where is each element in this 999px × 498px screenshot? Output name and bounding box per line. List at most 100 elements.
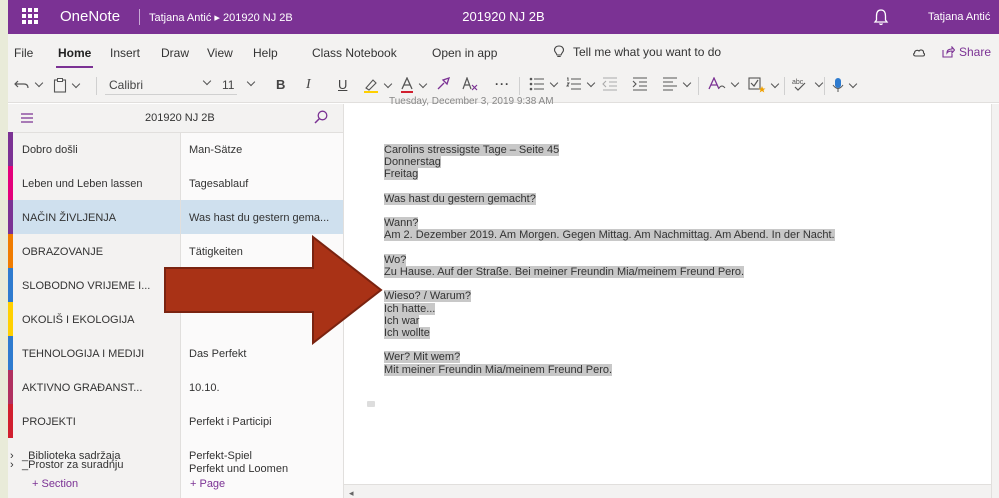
section-label: OBRAZOVANJE — [22, 246, 104, 258]
section-label: AKTIVNO GRAĐANST... — [22, 382, 143, 394]
spelling-button[interactable]: abc — [792, 77, 825, 91]
tab-insert[interactable]: Insert — [110, 46, 140, 60]
decrease-indent-button[interactable] — [602, 77, 618, 91]
tab-open-in-app[interactable]: Open in app — [432, 46, 497, 60]
italic-button[interactable]: I — [306, 77, 311, 93]
styles-icon — [708, 77, 726, 90]
menu-tabs: File Home Insert Draw View Help Class No… — [8, 34, 999, 69]
section-group[interactable]: _Prostor za suradnju — [8, 444, 180, 474]
notebook-name[interactable]: 201920 NJ 2B — [145, 112, 215, 124]
font-color-button[interactable] — [400, 77, 429, 93]
dictate-button[interactable] — [832, 77, 859, 93]
note-text[interactable]: Freitag — [384, 168, 419, 181]
app-launcher-icon[interactable] — [22, 8, 38, 24]
page-item[interactable]: Perfekt und Loomen — [181, 460, 343, 478]
tab-view[interactable]: View — [207, 46, 233, 60]
add-section-button[interactable]: + Section — [32, 478, 78, 490]
section-item[interactable]: PROJEKTI — [8, 404, 180, 438]
tab-file[interactable]: File — [14, 46, 33, 60]
section-item[interactable]: SLOBODNO VRIJEME I... — [8, 268, 180, 302]
section-item[interactable]: AKTIVNO GRAĐANST... — [8, 370, 180, 404]
section-item[interactable]: OKOLIŠ I EKOLOGIJA — [8, 302, 180, 336]
note-blank-line — [384, 242, 835, 254]
note-line: Donnerstag — [384, 156, 835, 169]
note-text[interactable]: Wo? — [384, 253, 407, 266]
divider — [139, 9, 140, 25]
note-text[interactable]: Donnerstag — [384, 156, 441, 169]
add-page-button[interactable]: + Page — [190, 478, 225, 490]
section-item[interactable]: TEHNOLOGIJA I MEDIJI — [8, 336, 180, 370]
hamburger-menu-icon[interactable] — [21, 113, 33, 123]
note-blank-line — [384, 339, 835, 351]
font-size-select[interactable]: 11 — [218, 76, 263, 94]
align-button[interactable] — [662, 77, 693, 91]
note-text[interactable]: Mit meiner Freundin Mia/meinem Freund Pe… — [384, 363, 613, 376]
align-left-icon — [663, 77, 677, 91]
share-button[interactable]: Share — [942, 45, 991, 59]
note-text[interactable]: Am 2. Dezember 2019. Am Morgen. Gegen Mi… — [384, 229, 835, 242]
section-label: PROJEKTI — [22, 416, 76, 428]
section-item[interactable]: Dobro došli — [8, 132, 180, 166]
divider — [784, 77, 785, 95]
user-name[interactable]: Tatjana Antić — [928, 11, 990, 23]
section-item[interactable]: Leben und Leben lassen — [8, 166, 180, 200]
tell-me-label: Tell me what you want to do — [573, 45, 722, 59]
note-text[interactable]: Was hast du gestern gemacht? — [384, 192, 536, 205]
tab-home[interactable]: Home — [55, 46, 94, 69]
tell-me-search[interactable]: Tell me what you want to do — [553, 45, 721, 59]
paste-button[interactable] — [53, 77, 82, 93]
note-text[interactable]: Wer? Mit wem? — [384, 351, 461, 364]
highlight-button[interactable] — [363, 77, 394, 93]
page-item[interactable]: Tagesablauf — [181, 166, 343, 200]
page-item-selected[interactable]: Was hast du gestern gema... — [181, 200, 343, 234]
note-text[interactable]: Wann? — [384, 217, 419, 230]
format-painter-button[interactable] — [436, 77, 452, 91]
divider — [698, 77, 699, 95]
increase-indent-button[interactable] — [632, 77, 648, 91]
arrow-shape — [164, 235, 383, 345]
page-item[interactable]: 10.10. — [181, 370, 343, 404]
page-item[interactable]: Perfekt i Participi — [181, 404, 343, 438]
vertical-scrollbar[interactable] — [991, 104, 999, 498]
horizontal-scrollbar[interactable]: ◂ — [344, 484, 991, 498]
paragraph-handle[interactable] — [367, 401, 375, 407]
section-color-tab — [8, 268, 13, 302]
tab-draw[interactable]: Draw — [161, 46, 189, 60]
clear-formatting-icon — [462, 77, 478, 91]
scroll-left-icon[interactable]: ◂ — [349, 488, 354, 498]
underline-button[interactable]: U — [338, 77, 347, 92]
note-line: Wann? — [384, 217, 835, 230]
note-text[interactable]: Ich hatte... — [384, 302, 436, 315]
share-label: Share — [959, 45, 992, 59]
breadcrumb[interactable]: Tatjana Antić ▸ 201920 NJ 2B — [149, 11, 293, 24]
bold-button[interactable]: B — [276, 77, 285, 92]
note-container[interactable]: Carolins stressigste Tage – Seite 45 Don… — [384, 144, 835, 376]
styles-button[interactable] — [708, 77, 741, 91]
page-item[interactable]: Man-Sätze — [181, 132, 343, 166]
tab-class-notebook[interactable]: Class Notebook — [312, 46, 397, 60]
note-canvas[interactable]: Tuesday, December 3, 2019 9:38 AM Caroli… — [344, 96, 999, 498]
note-text[interactable]: Wieso? / Warum? — [384, 290, 472, 303]
note-text[interactable]: Carolins stressigste Tage – Seite 45 — [384, 144, 560, 156]
tab-help[interactable]: Help — [253, 46, 278, 60]
bell-icon[interactable] — [873, 8, 889, 26]
note-text[interactable]: Ich war — [384, 314, 420, 327]
section-item[interactable]: OBRAZOVANJE — [8, 234, 180, 268]
cloud-sync-icon[interactable] — [912, 47, 926, 57]
search-icon[interactable] — [314, 110, 328, 124]
section-item-selected[interactable]: NAČIN ŽIVLJENJA — [8, 200, 180, 234]
divider — [519, 77, 520, 95]
app-name[interactable]: OneNote — [60, 8, 120, 25]
numbering-button[interactable] — [566, 77, 597, 91]
share-icon — [942, 46, 955, 58]
more-button[interactable]: ··· — [495, 77, 510, 91]
note-text[interactable]: Zu Hause. Auf der Straße. Bei meiner Fre… — [384, 265, 745, 278]
microphone-icon — [832, 78, 844, 92]
tag-button[interactable] — [748, 77, 781, 93]
bullets-button[interactable] — [529, 77, 560, 91]
undo-button[interactable] — [14, 77, 45, 91]
note-text[interactable]: Ich wollte — [384, 326, 430, 339]
clipboard-icon — [53, 78, 67, 93]
section-color-tab — [8, 336, 13, 370]
clear-formatting-button[interactable] — [462, 77, 478, 91]
